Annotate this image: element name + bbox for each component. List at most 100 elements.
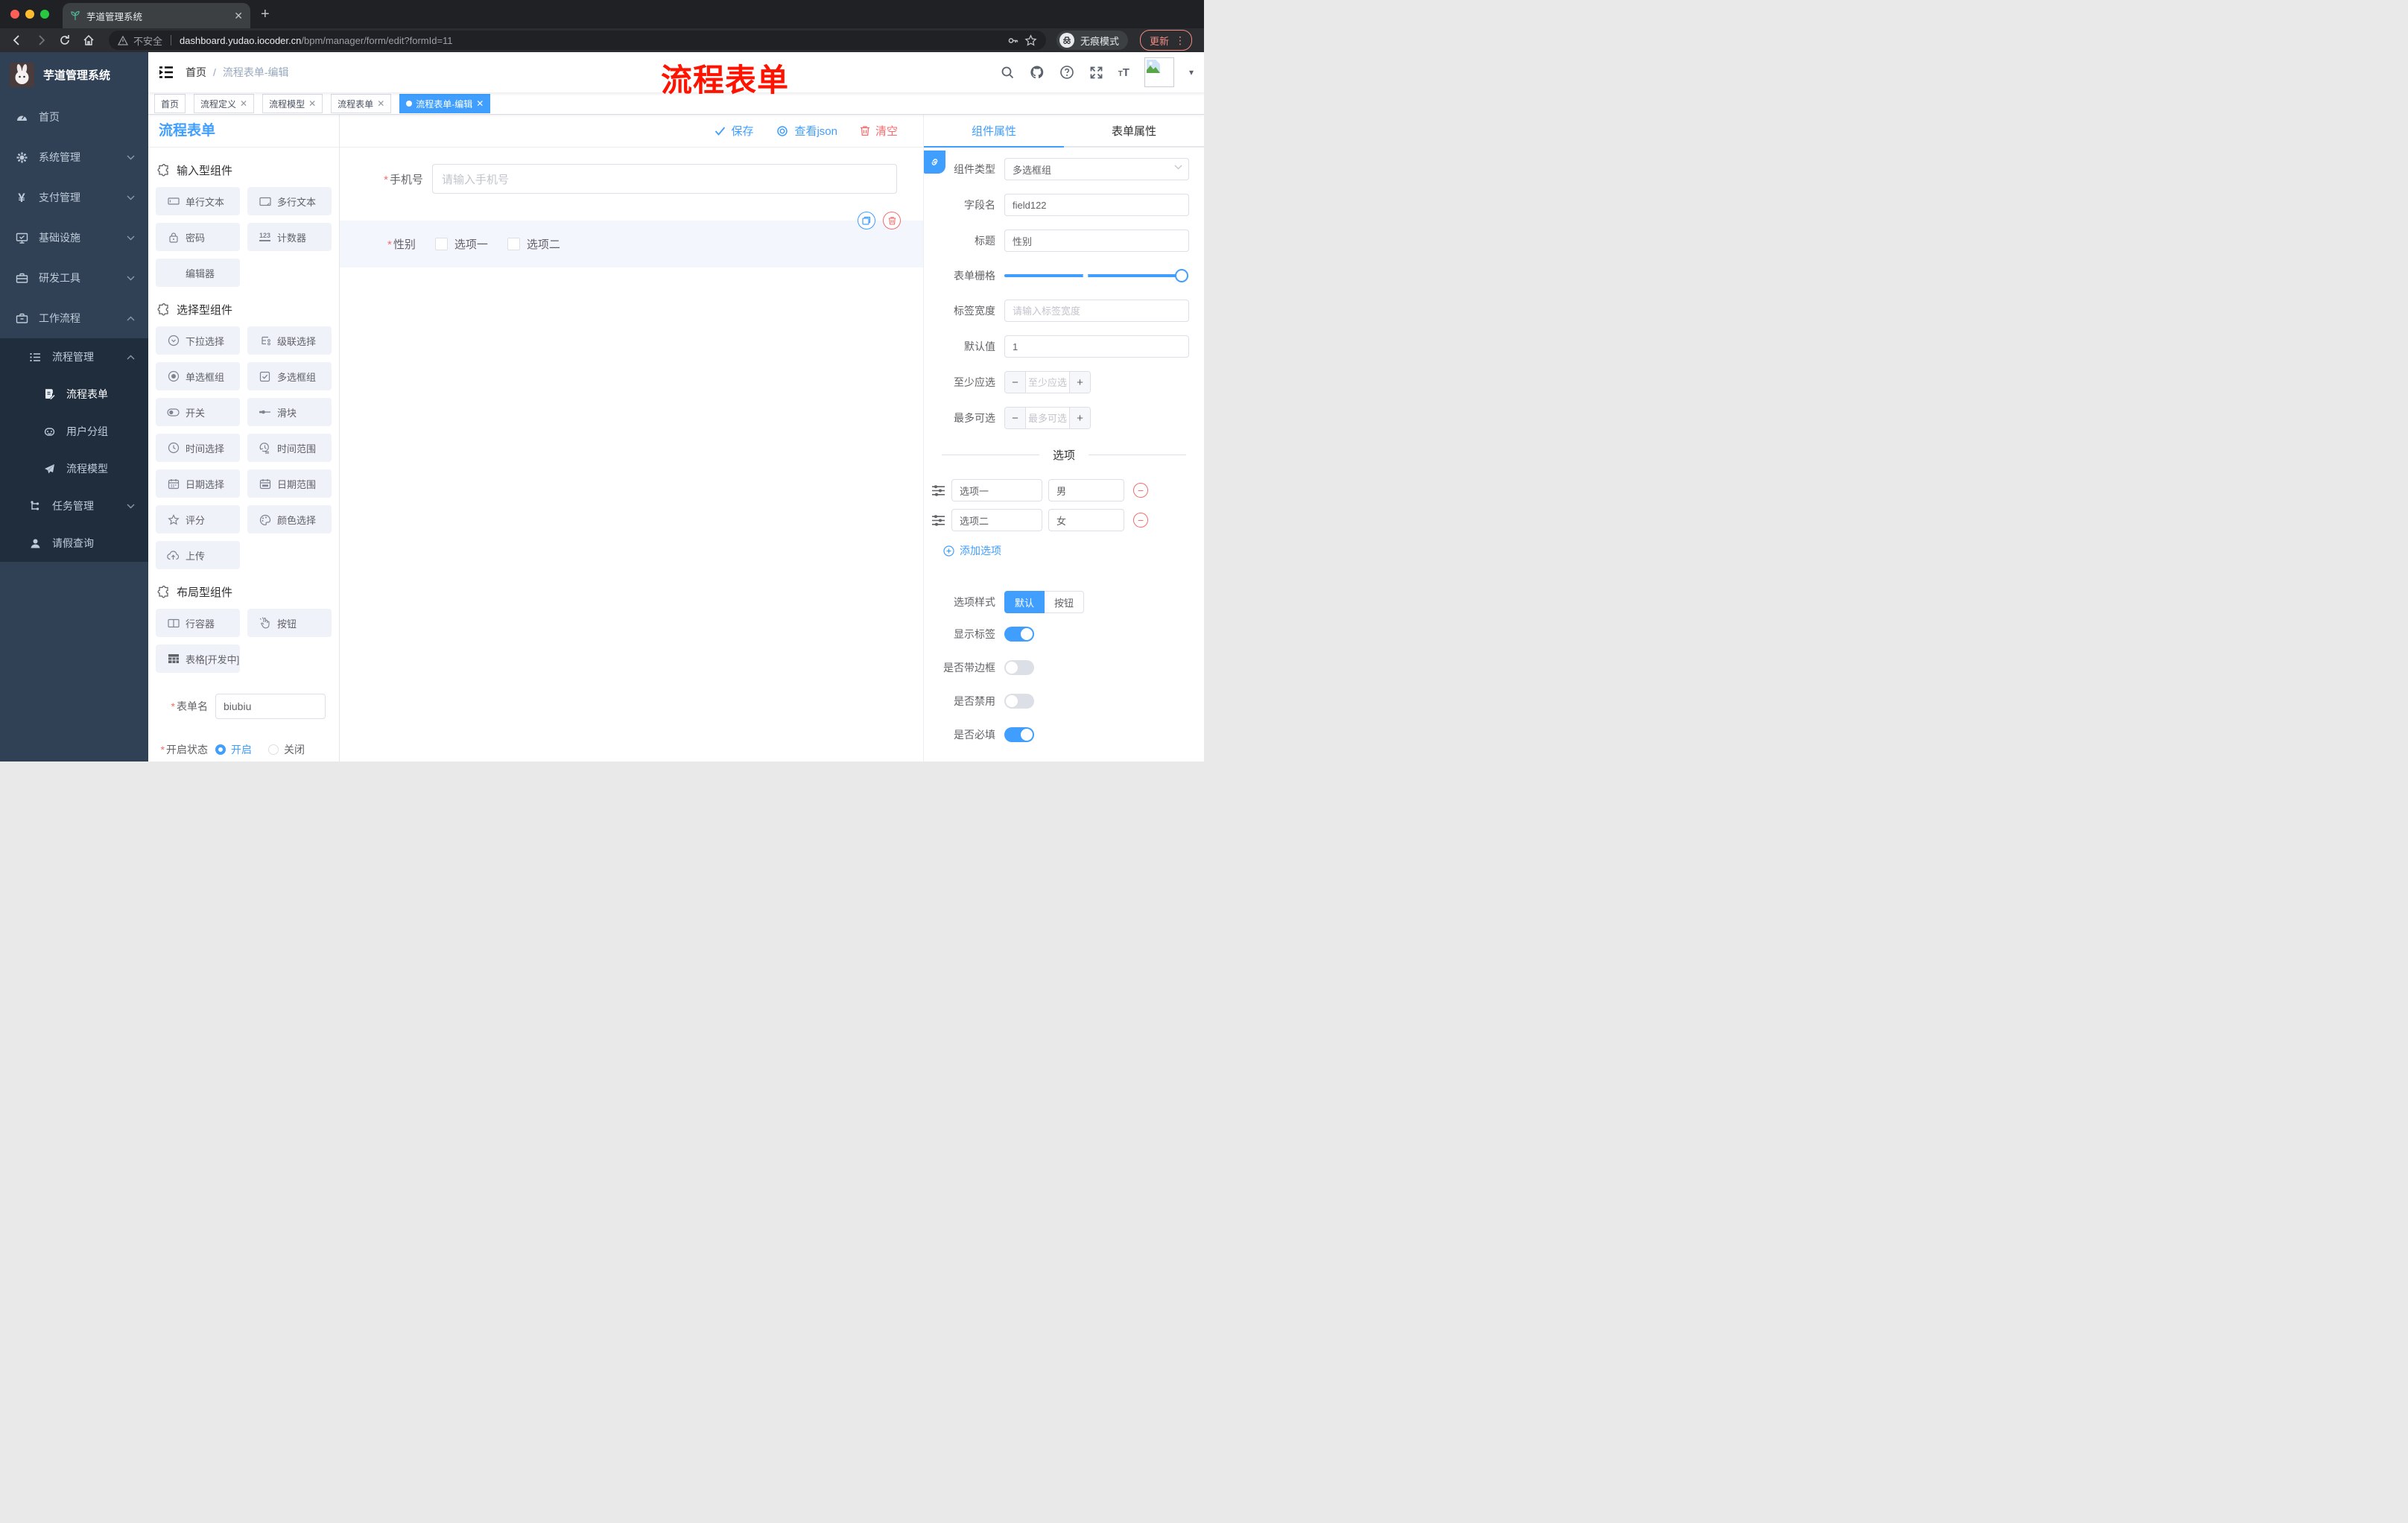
tag-close-icon[interactable]: ✕ (240, 98, 247, 109)
sidebar-collapse-icon[interactable] (159, 66, 174, 79)
checkbox-icon[interactable] (507, 238, 520, 250)
search-icon[interactable] (1001, 66, 1015, 80)
reload-icon[interactable] (55, 31, 75, 50)
address-bar[interactable]: 不安全 dashboard.yudao.iocoder.cn/bpm/manag… (109, 31, 1046, 50)
github-icon[interactable] (1030, 65, 1045, 80)
label-width-input[interactable] (1004, 300, 1189, 322)
tab-component-props[interactable]: 组件属性 (924, 115, 1064, 148)
style-button-button[interactable]: 按钮 (1045, 591, 1085, 613)
status-radio-on[interactable]: 开启 (215, 737, 252, 762)
avatar[interactable] (1144, 57, 1174, 87)
clear-button[interactable]: 清空 (860, 123, 898, 139)
tag-home[interactable]: 首页 (154, 94, 186, 113)
phone-input[interactable]: 请输入手机号 (432, 164, 897, 194)
show-label-toggle[interactable] (1004, 627, 1034, 642)
form-name-input[interactable] (215, 694, 326, 719)
avatar-caret-icon[interactable]: ▾ (1189, 67, 1194, 77)
remove-option-icon[interactable]: − (1133, 483, 1148, 498)
option-value-input[interactable] (1048, 479, 1124, 501)
view-json-button[interactable]: 查看json (776, 123, 837, 139)
tab-close-icon[interactable]: ✕ (234, 10, 243, 22)
stepper-plus-button[interactable]: + (1069, 372, 1090, 393)
palette-item-row-container[interactable]: 行容器 (156, 609, 240, 637)
link-tag-button[interactable] (924, 151, 945, 174)
tag-process-model[interactable]: 流程模型 ✕ (262, 94, 323, 113)
traffic-light-close[interactable] (10, 10, 19, 19)
palette-item-upload[interactable]: 上传 (156, 541, 240, 569)
tag-process-form[interactable]: 流程表单 ✕ (331, 94, 392, 113)
traffic-light-minimize[interactable] (25, 10, 34, 19)
sidebar-item-user-group[interactable]: 用户分组 (0, 413, 148, 450)
border-toggle[interactable] (1004, 660, 1034, 675)
sidebar-item-task-mgmt[interactable]: 任务管理 (0, 487, 148, 525)
sidebar-item-payment[interactable]: ¥ 支付管理 (0, 177, 148, 218)
palette-item-cascader[interactable]: 级联选择 (247, 326, 332, 355)
palette-item-color-picker[interactable]: 颜色选择 (247, 505, 332, 533)
sidebar-item-system[interactable]: 系统管理 (0, 137, 148, 177)
help-icon[interactable] (1059, 65, 1074, 80)
tag-process-form-edit[interactable]: 流程表单-编辑 ✕ (399, 94, 491, 113)
sidebar-logo[interactable]: 芋道管理系统 (0, 52, 148, 97)
sidebar-item-home[interactable]: 首页 (0, 97, 148, 137)
tag-close-icon[interactable]: ✕ (377, 98, 384, 109)
sidebar-item-leave-query[interactable]: 请假查询 (0, 525, 148, 562)
gender-option-2[interactable]: 选项二 (507, 236, 560, 252)
palette-item-switch[interactable]: 开关 (156, 398, 240, 426)
sidebar-item-process-form[interactable]: 流程表单 (0, 376, 148, 413)
back-icon[interactable] (7, 31, 27, 50)
drag-handle-icon[interactable] (931, 484, 945, 497)
component-type-select[interactable] (1004, 158, 1189, 180)
checkbox-icon[interactable] (434, 238, 448, 250)
palette-item-multi-text[interactable]: 多行文本 (247, 187, 332, 215)
palette-item-rate[interactable]: 评分 (156, 505, 240, 533)
style-default-button[interactable]: 默认 (1004, 591, 1045, 613)
palette-item-editor[interactable]: 编辑器 (156, 259, 240, 287)
option-label-input[interactable] (951, 479, 1042, 501)
palette-item-checkbox-group[interactable]: 多选框组 (247, 362, 332, 390)
palette-item-button[interactable]: 按钮 (247, 609, 332, 637)
tag-process-definition[interactable]: 流程定义 ✕ (194, 94, 255, 113)
canvas-field-gender-selected[interactable]: * 性别 选项一 选项二 (340, 212, 923, 267)
drag-handle-icon[interactable] (931, 514, 945, 527)
stepper-plus-button[interactable]: + (1069, 408, 1090, 428)
tag-close-icon[interactable]: ✕ (476, 98, 484, 109)
default-value-input[interactable] (1004, 335, 1189, 358)
palette-item-time-picker[interactable]: 时间选择 (156, 434, 240, 462)
tag-close-icon[interactable]: ✕ (308, 98, 316, 109)
option-label-input[interactable] (951, 509, 1042, 531)
palette-item-slider[interactable]: 滑块 (247, 398, 332, 426)
sidebar-item-process-mgmt[interactable]: 流程管理 (0, 338, 148, 376)
add-option-button[interactable]: 添加选项 (943, 543, 1204, 558)
palette-item-single-text[interactable]: 单行文本 (156, 187, 240, 215)
home-icon[interactable] (79, 31, 98, 50)
password-key-icon[interactable] (1007, 34, 1019, 47)
status-radio-off[interactable]: 关闭 (268, 737, 305, 762)
sidebar-item-infra[interactable]: 基础设施 (0, 218, 148, 258)
sidebar-item-process-model[interactable]: 流程模型 (0, 450, 148, 487)
option-value-input[interactable] (1048, 509, 1124, 531)
forward-icon[interactable] (31, 31, 51, 50)
breadcrumb-home[interactable]: 首页 (186, 65, 206, 80)
gender-option-1[interactable]: 选项一 (434, 236, 488, 252)
stepper-minus-button[interactable]: − (1005, 372, 1026, 393)
new-tab-icon[interactable]: + (261, 6, 270, 23)
palette-item-date-range[interactable]: 日期范围 (247, 469, 332, 498)
slider-handle[interactable] (1175, 269, 1188, 282)
chrome-menu-icon[interactable]: ⋮ (1175, 34, 1185, 47)
disabled-toggle[interactable] (1004, 694, 1034, 709)
max-select-input[interactable] (1026, 408, 1069, 428)
delete-component-icon[interactable] (883, 212, 901, 229)
palette-item-select[interactable]: 下拉选择 (156, 326, 240, 355)
form-grid-slider[interactable] (1004, 269, 1188, 282)
min-select-input[interactable] (1026, 372, 1069, 393)
browser-tab[interactable]: 芋道管理系统 ✕ (63, 3, 250, 28)
sidebar-item-workflow[interactable]: 工作流程 (0, 298, 148, 338)
field-name-input[interactable] (1004, 194, 1189, 216)
palette-item-time-range[interactable]: 时间范围 (247, 434, 332, 462)
chrome-update-button[interactable]: 更新 ⋮ (1139, 30, 1192, 51)
bookmark-star-icon[interactable] (1024, 34, 1037, 47)
palette-item-table-dev[interactable]: 表格[开发中] (156, 645, 240, 673)
canvas-field-phone[interactable]: * 手机号 请输入手机号 (340, 164, 897, 194)
palette-item-password[interactable]: 密码 (156, 223, 240, 251)
required-toggle[interactable] (1004, 727, 1034, 742)
